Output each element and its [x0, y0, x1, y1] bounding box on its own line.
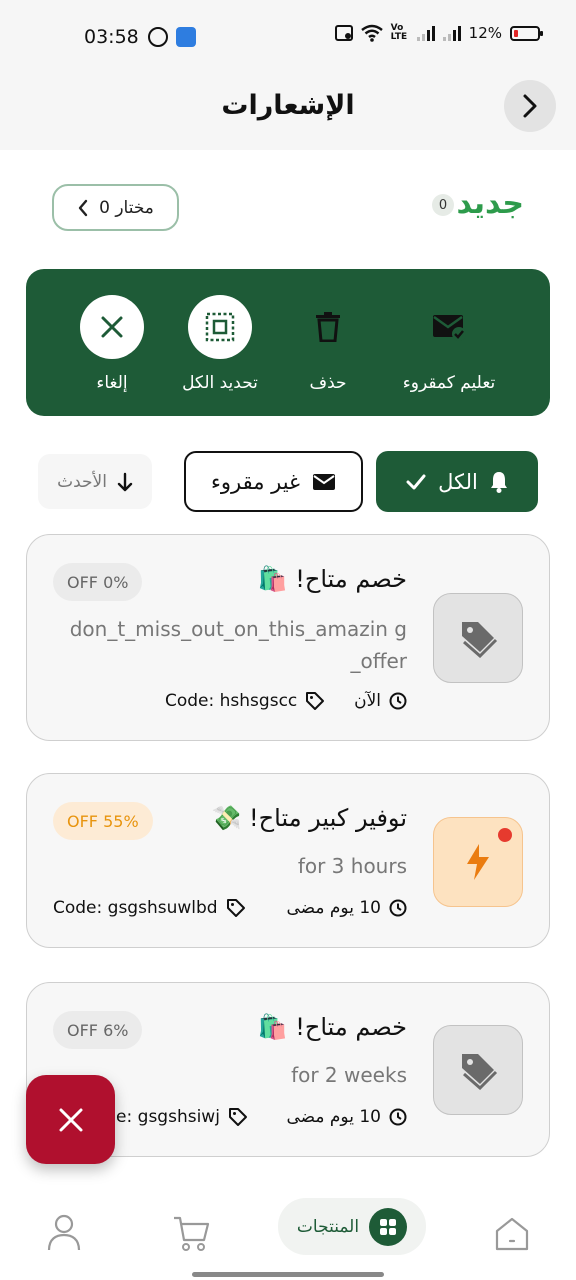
- page-title: الإشعارات: [221, 90, 355, 121]
- notification-icon: [433, 817, 523, 907]
- code-label: Code: gsgshsuwlbd: [53, 898, 218, 918]
- bulk-action-panel: تعليم كمقروء حذف تحديد الكل إلغاء: [26, 269, 550, 416]
- mark-read-label: تعليم كمقروء: [402, 373, 496, 393]
- status-time: 03:58: [84, 26, 139, 48]
- arrow-down-icon: [117, 472, 133, 491]
- notification-body: don_t_miss_out_on_this_amazin g_offer: [69, 617, 407, 673]
- code-label: Code: hshsgscc: [165, 691, 298, 711]
- tag-icon: [462, 1054, 498, 1090]
- sort-label: الأحدث: [57, 471, 107, 492]
- envelope-icon: [313, 473, 336, 490]
- close-icon: [101, 316, 123, 338]
- status-bar: 03:58 Vo LTE 12%: [0, 0, 576, 72]
- notification-title: خصم متاح! 🛍️: [257, 1013, 407, 1041]
- user-icon: [47, 1214, 81, 1251]
- notification-icon: [433, 593, 523, 683]
- signal-icon: [416, 25, 435, 41]
- tag-outline-icon: [228, 1108, 247, 1126]
- sort-newest-button[interactable]: الأحدث: [38, 454, 152, 509]
- nav-products-label: المنتجات: [296, 1216, 360, 1237]
- cart-icon: [174, 1216, 210, 1251]
- selected-count-button[interactable]: 0 مختار: [52, 184, 179, 231]
- close-fab-button[interactable]: [26, 1075, 115, 1164]
- mail-check-icon: [433, 315, 466, 341]
- notification-time: 10 يوم مضى: [286, 898, 407, 918]
- tag-outline-icon: [226, 899, 245, 917]
- notification-time: 10 يوم مضى: [286, 1107, 407, 1127]
- promo-code: Code: hshsgscc: [165, 691, 325, 711]
- new-section-label: جديد: [456, 186, 524, 221]
- delete-action[interactable]: حذف: [296, 295, 360, 393]
- home-indicator: [192, 1272, 384, 1277]
- notification-body: for 2 weeks: [291, 1063, 407, 1087]
- tag-icon: [462, 622, 498, 658]
- whatsapp-icon: [148, 27, 168, 47]
- back-button[interactable]: [504, 80, 556, 132]
- clock-icon: [389, 1108, 407, 1126]
- clock-icon: [389, 692, 407, 710]
- select-all-icon: [205, 312, 235, 342]
- chevron-right-icon: [523, 94, 537, 118]
- notification-card[interactable]: خصم متاح! 🛍️ don_t_miss_out_on_this_amaz…: [26, 534, 550, 741]
- wifi-icon: [360, 24, 383, 42]
- home-icon: [495, 1217, 529, 1251]
- app-notification-icon: [176, 27, 196, 47]
- trash-icon: [316, 312, 340, 342]
- battery-percent: 12%: [468, 24, 502, 42]
- time-label: الآن: [354, 691, 381, 711]
- cancel-label: إلغاء: [96, 373, 128, 393]
- unread-dot: [498, 828, 512, 842]
- discount-badge: OFF 55%: [53, 802, 153, 840]
- notification-card[interactable]: توفير كبير متاح! 💸 for 3 hours OFF 55% 1…: [26, 773, 550, 948]
- new-count-badge: 0: [432, 194, 454, 216]
- notification-body: for 3 hours: [297, 854, 407, 878]
- select-all-label: تحديد الكل: [182, 373, 258, 393]
- nav-cart[interactable]: [170, 1212, 212, 1254]
- lightning-icon: [467, 844, 489, 880]
- notification-title: خصم متاح! 🛍️: [257, 565, 407, 593]
- clock-icon: [389, 899, 407, 917]
- nav-profile[interactable]: [44, 1212, 84, 1252]
- top-app-bar: الإشعارات: [0, 72, 576, 150]
- nav-products[interactable]: المنتجات: [278, 1198, 426, 1255]
- notification-icon: [433, 1025, 523, 1115]
- filter-all-label: الكل: [438, 469, 478, 494]
- selected-count-label: 0 مختار: [99, 197, 154, 218]
- delete-label: حذف: [309, 373, 347, 393]
- grid-icon: [369, 1207, 408, 1246]
- notification-time: الآن: [354, 691, 407, 711]
- notification-title: توفير كبير متاح! 💸: [211, 804, 407, 832]
- time-label: 10 يوم مضى: [286, 1107, 381, 1127]
- cancel-action[interactable]: إلغاء: [80, 295, 144, 393]
- select-all-action[interactable]: تحديد الكل: [172, 295, 268, 393]
- bell-icon: [490, 471, 507, 493]
- filter-unread-button[interactable]: غير مقروء: [184, 451, 363, 512]
- volte-icon: Vo LTE: [390, 23, 408, 42]
- time-label: 10 يوم مضى: [286, 898, 381, 918]
- bottom-navigation: المنتجات: [0, 1186, 576, 1280]
- gallery-icon: [334, 25, 353, 41]
- status-right: Vo LTE 12%: [334, 23, 543, 42]
- tag-outline-icon: [306, 692, 325, 710]
- mark-read-action[interactable]: تعليم كمقروء: [394, 295, 504, 393]
- chevron-left-icon: [78, 199, 88, 216]
- check-icon: [406, 474, 426, 489]
- signal-icon-2: [442, 25, 461, 41]
- discount-badge: OFF 0%: [53, 563, 143, 601]
- battery-icon: [510, 25, 543, 41]
- nav-home[interactable]: [492, 1214, 532, 1254]
- promo-code: Code: gsgshsuwlbd: [53, 898, 246, 918]
- filter-all-button[interactable]: الكل: [376, 451, 538, 512]
- close-icon: [59, 1108, 82, 1131]
- filter-unread-label: غير مقروء: [210, 469, 301, 494]
- discount-badge: OFF 6%: [53, 1011, 143, 1049]
